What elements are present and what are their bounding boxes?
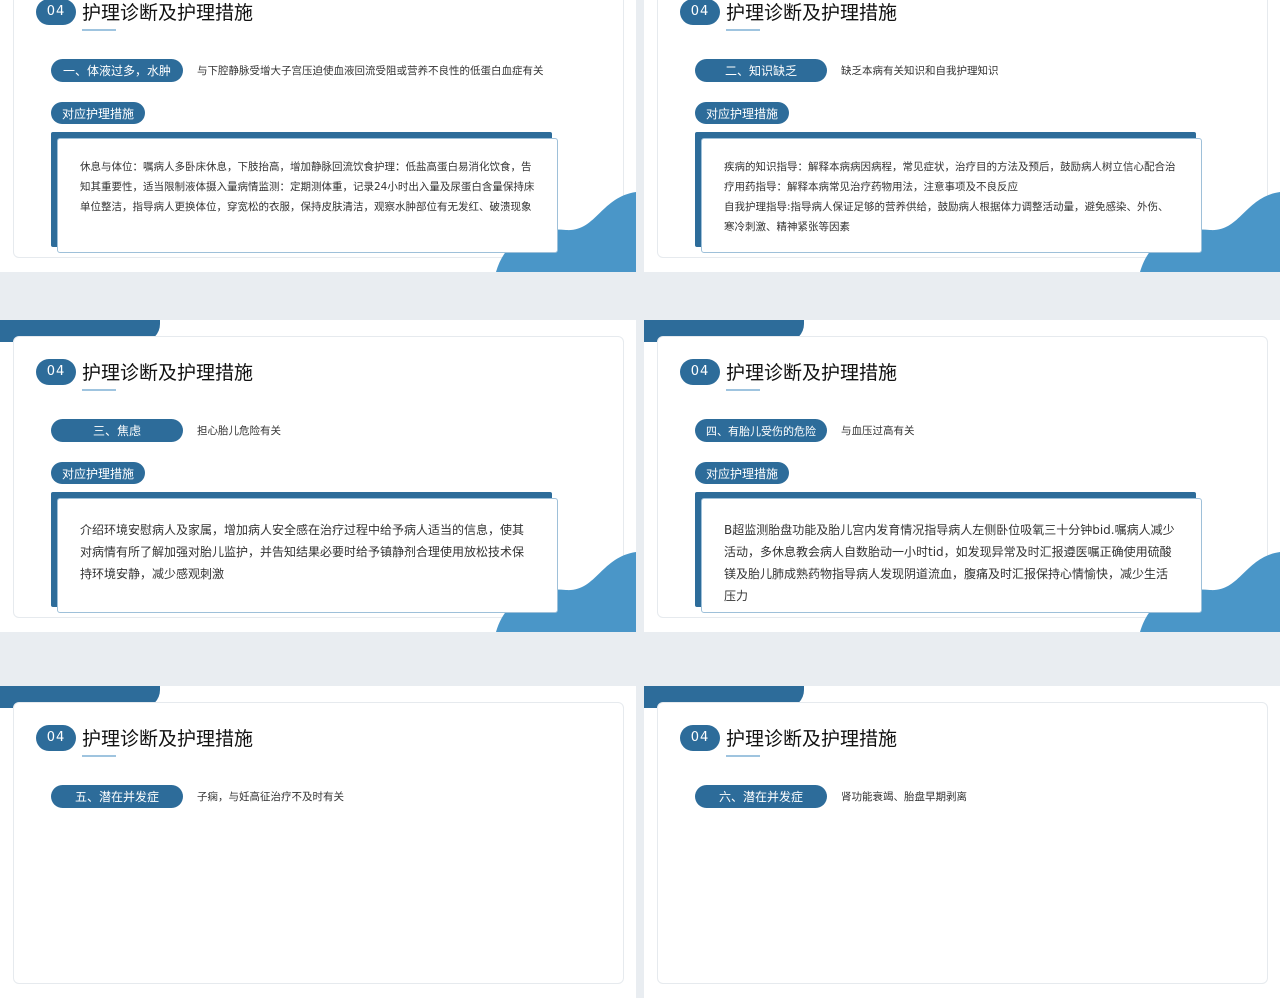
measure-textbox: 疾病的知识指导：解释本病病因病程，常见症状，治疗目的方法及预后，鼓励病人树立信心… <box>701 138 1202 253</box>
section-number: 04 <box>36 0 76 25</box>
section-number: 04 <box>680 724 720 751</box>
diagnosis-label: 四、有胎儿受伤的危险 <box>695 419 827 442</box>
slide-header: 04 护理诊断及护理措施 <box>36 724 253 757</box>
diagnosis-label: 二、知识缺乏 <box>695 59 827 82</box>
diagnosis-cause: 与下腔静脉受增大子宫压迫使血液回流受阻或营养不良性的低蛋白血症有关 <box>197 65 544 77</box>
diagnosis-cause: 担心胎儿危险有关 <box>197 425 281 437</box>
measure-label: 对应护理措施 <box>51 102 146 124</box>
slide-title: 护理诊断及护理措施 <box>726 724 897 757</box>
diagnosis-label: 五、潜在并发症 <box>51 785 183 808</box>
measure-textbox: 介绍环境安慰病人及家属，增加病人安全感在治疗过程中给予病人适当的信息，使其对病情… <box>57 498 558 613</box>
diagnosis-cause: 子痫，与妊高征治疗不及时有关 <box>197 791 344 803</box>
diagnosis-cause: 肾功能衰竭、胎盘早期剥离 <box>841 791 967 803</box>
diagnosis-label: 一、体液过多，水肿 <box>51 59 183 82</box>
slide-3[interactable]: 04 护理诊断及护理措施 三、焦虑 担心胎儿危险有关 对应护理措施 介绍环境安慰… <box>0 320 636 632</box>
measure-text: B超监测胎盘功能及胎儿宫内发育情况指导病人左侧卧位吸氧三十分钟bid.嘱病人减少… <box>724 523 1175 603</box>
measure-label: 对应护理措施 <box>695 462 790 484</box>
slide-header: 04 护理诊断及护理措施 <box>680 724 897 757</box>
diagnosis-label: 三、焦虑 <box>51 419 183 442</box>
slide-title: 护理诊断及护理措施 <box>82 0 253 31</box>
slide-4[interactable]: 04 护理诊断及护理措施 四、有胎儿受伤的危险 与血压过高有关 对应护理措施 B… <box>644 320 1280 632</box>
section-number: 04 <box>36 358 76 385</box>
slide-title: 护理诊断及护理措施 <box>726 358 897 391</box>
section-number: 04 <box>680 358 720 385</box>
measure-text: 休息与体位：嘱病人多卧床休息，下肢抬高，增加静脉回流饮食护理：低盐高蛋白易消化饮… <box>80 161 535 213</box>
slide-title: 护理诊断及护理措施 <box>726 0 897 31</box>
measure-label: 对应护理措施 <box>695 102 790 124</box>
diagnosis-row: 二、知识缺乏 缺乏本病有关知识和自我护理知识 <box>695 59 999 82</box>
measure-textbox: 休息与体位：嘱病人多卧床休息，下肢抬高，增加静脉回流饮食护理：低盐高蛋白易消化饮… <box>57 138 558 253</box>
diagnosis-row: 三、焦虑 担心胎儿危险有关 <box>51 419 281 442</box>
measure-textbox: B超监测胎盘功能及胎儿宫内发育情况指导病人左侧卧位吸氧三十分钟bid.嘱病人减少… <box>701 498 1202 613</box>
measure-label: 对应护理措施 <box>51 462 146 484</box>
slide-title: 护理诊断及护理措施 <box>82 724 253 757</box>
diagnosis-row: 一、体液过多，水肿 与下腔静脉受增大子宫压迫使血液回流受阻或营养不良性的低蛋白血… <box>51 59 544 82</box>
section-number: 04 <box>680 0 720 25</box>
slide-title: 护理诊断及护理措施 <box>82 358 253 391</box>
section-number: 04 <box>36 724 76 751</box>
slide-2[interactable]: 04 护理诊断及护理措施 二、知识缺乏 缺乏本病有关知识和自我护理知识 对应护理… <box>644 0 1280 272</box>
measure-text: 介绍环境安慰病人及家属，增加病人安全感在治疗过程中给予病人适当的信息，使其对病情… <box>80 523 525 581</box>
diagnosis-row: 六、潜在并发症 肾功能衰竭、胎盘早期剥离 <box>695 785 967 808</box>
slide-5[interactable]: 04 护理诊断及护理措施 五、潜在并发症 子痫，与妊高征治疗不及时有关 <box>0 686 636 998</box>
slide-header: 04 护理诊断及护理措施 <box>36 358 253 391</box>
slide-header: 04 护理诊断及护理措施 <box>680 0 897 31</box>
diagnosis-row: 四、有胎儿受伤的危险 与血压过高有关 <box>695 419 915 442</box>
slide-1[interactable]: 04 护理诊断及护理措施 一、体液过多，水肿 与下腔静脉受增大子宫压迫使血液回流… <box>0 0 636 272</box>
measure-text: 疾病的知识指导：解释本病病因病程，常见症状，治疗目的方法及预后，鼓励病人树立信心… <box>724 161 1176 233</box>
diagnosis-cause: 与血压过高有关 <box>841 425 915 437</box>
slide-6[interactable]: 04 护理诊断及护理措施 六、潜在并发症 肾功能衰竭、胎盘早期剥离 <box>644 686 1280 998</box>
diagnosis-row: 五、潜在并发症 子痫，与妊高征治疗不及时有关 <box>51 785 344 808</box>
diagnosis-label: 六、潜在并发症 <box>695 785 827 808</box>
slide-header: 04 护理诊断及护理措施 <box>680 358 897 391</box>
diagnosis-cause: 缺乏本病有关知识和自我护理知识 <box>841 65 999 77</box>
slide-header: 04 护理诊断及护理措施 <box>36 0 253 31</box>
